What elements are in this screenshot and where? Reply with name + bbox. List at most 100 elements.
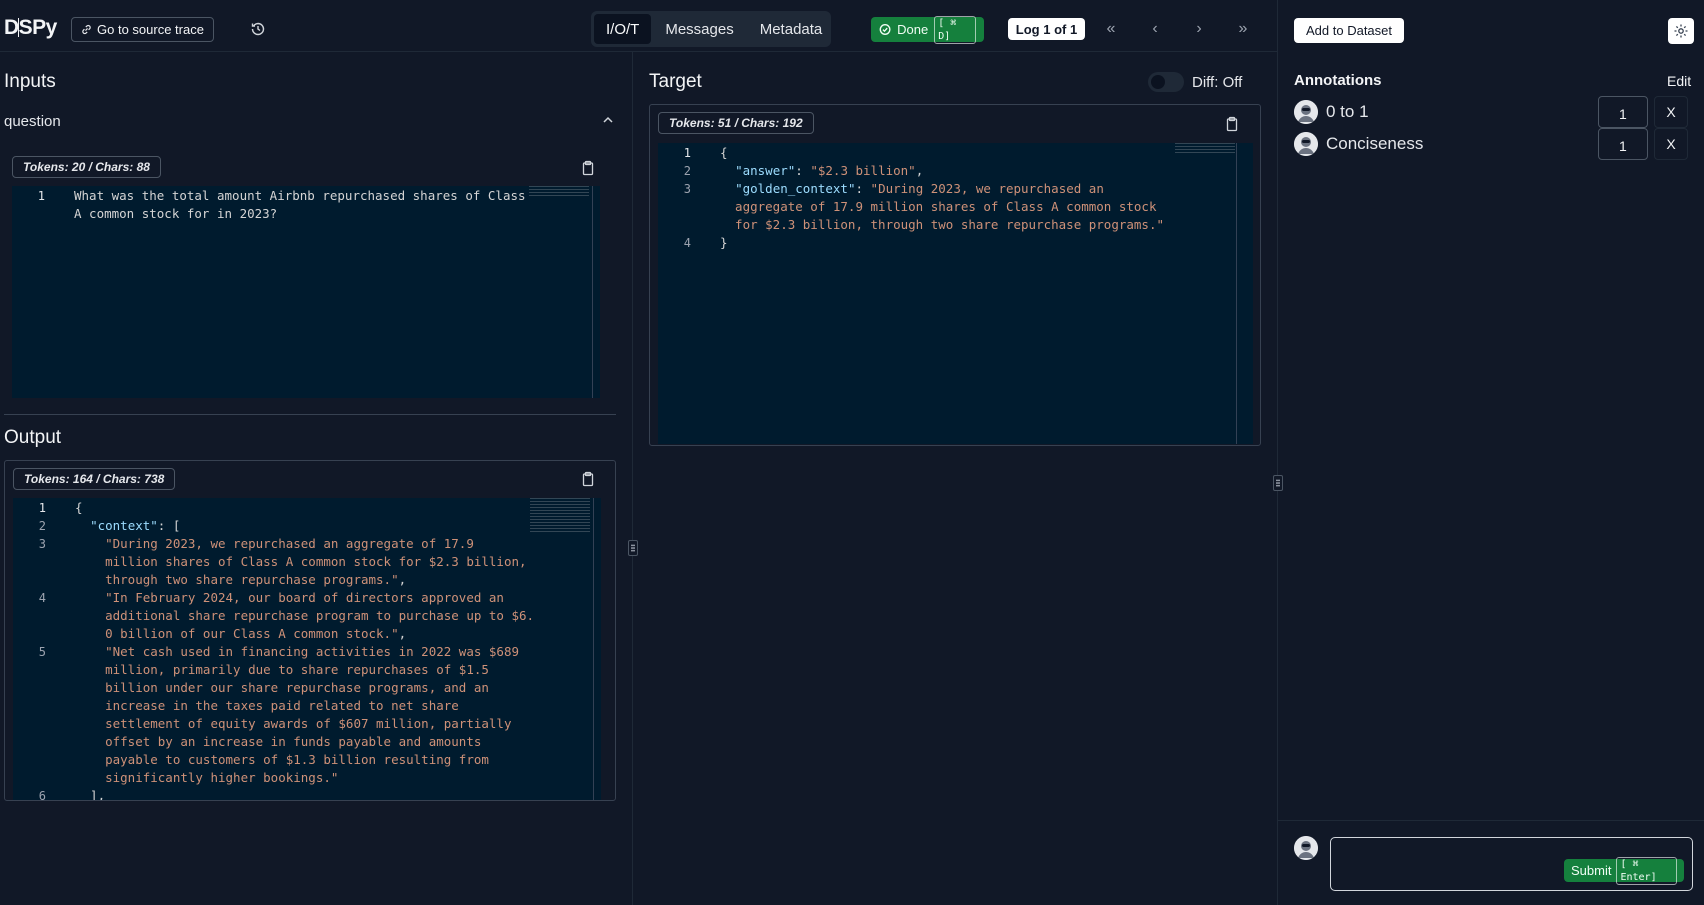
submit-label: Submit (1571, 863, 1612, 878)
code-token: "In February 2024, our board of director… (75, 590, 504, 605)
line-number: 3 (38, 537, 46, 551)
code-token: } (720, 235, 728, 250)
editor-minimap (530, 498, 590, 534)
tab-iot[interactable]: I/O/T (594, 14, 652, 44)
panel-resize-handle[interactable] (1273, 475, 1283, 491)
code-line: 0 billion of our Class A common stock.", (75, 625, 406, 643)
clipboard-icon[interactable] (580, 471, 596, 487)
link-icon (82, 24, 91, 35)
toggle-knob (1151, 75, 1165, 89)
annotation-remove-button[interactable]: X (1654, 128, 1688, 160)
go-to-source-trace-button[interactable]: Go to source trace (71, 17, 214, 42)
code-line: additional share repurchase program to p… (75, 607, 534, 625)
user-avatar-icon (1294, 132, 1318, 156)
source-trace-label: Go to source trace (97, 22, 204, 37)
code-token: "context" (90, 518, 158, 533)
chevron-up-icon[interactable] (600, 112, 616, 128)
code-line: { (75, 499, 83, 517)
line-number: 3 (683, 182, 691, 196)
first-log-button[interactable]: « (1101, 19, 1121, 39)
annotation-score-input[interactable]: 1 (1598, 128, 1648, 160)
code-line: { (720, 144, 728, 162)
editor-scrollbar[interactable] (1236, 143, 1237, 444)
line-number: 6 (38, 789, 46, 800)
annotation-remove-button[interactable]: X (1654, 96, 1688, 128)
column-resize-handle[interactable] (628, 540, 638, 556)
code-line: through two share repurchase programs.", (75, 571, 406, 589)
inputs-token-badge: Tokens: 20 / Chars: 88 (12, 156, 161, 178)
clipboard-icon[interactable] (580, 160, 596, 176)
editor-minimap (1175, 143, 1235, 153)
code-line: "Net cash used in financing activities i… (75, 643, 519, 661)
line-number: 1 (683, 146, 691, 160)
code-token: payable to customers of $1.3 billion res… (75, 752, 489, 767)
comment-divider (1278, 820, 1704, 821)
code-token: "Net cash used in financing activities i… (75, 644, 520, 659)
inputs-title: Inputs (4, 71, 56, 92)
line-number: 2 (683, 164, 691, 178)
status-done-button[interactable]: Done [ ⌘ D] (871, 15, 984, 44)
code-line: offset by an increase in funds payable a… (75, 733, 481, 751)
add-to-dataset-button[interactable]: Add to Dataset (1294, 18, 1404, 43)
prev-log-button[interactable]: ‹ (1145, 19, 1165, 39)
panel-divider (1277, 0, 1278, 905)
target-editor[interactable]: 1 {2 "answer": "$2.3 billion", 3 "golden_c… (658, 143, 1253, 444)
top-toolbar: DSPy Go to source trace I/O/T Messages M… (0, 0, 1277, 52)
line-number: 5 (38, 645, 46, 659)
target-token-badge: Tokens: 51 / Chars: 192 (658, 112, 814, 134)
editor-scrollbar[interactable] (593, 498, 594, 800)
last-log-button[interactable]: » (1233, 19, 1253, 39)
code-token: for $2.3 billion, through two share repu… (720, 217, 1165, 232)
code-line: million, primarily due to share repurcha… (75, 661, 489, 679)
annotation-row: Conciseness 1 X (1294, 128, 1688, 160)
code-line: A common stock for in 2023? (74, 206, 278, 221)
editor-scrollbar[interactable] (592, 186, 593, 398)
question-editor[interactable]: 1 What was the total amount Airbnb repurc… (12, 186, 600, 398)
status-label: Done (897, 22, 929, 37)
code-line: billion under our share repurchase progr… (75, 679, 489, 697)
gear-icon (1674, 24, 1688, 38)
target-title: Target (649, 71, 702, 92)
code-token: additional share repurchase program to p… (75, 608, 535, 623)
code-token: settlement of equity awards of $607 mill… (75, 716, 512, 731)
tab-metadata[interactable]: Metadata (748, 14, 835, 44)
code-token: aggregate of 17.9 million shares of Clas… (720, 199, 1157, 214)
code-token: "During 2023, we repurchased an (870, 181, 1104, 196)
tab-messages[interactable]: Messages (653, 14, 745, 44)
code-line: million shares of Class A common stock f… (75, 553, 526, 571)
code-token: , (915, 163, 924, 178)
code-token: { (720, 145, 728, 160)
diff-toggle[interactable] (1148, 72, 1184, 92)
code-line: } (720, 234, 728, 252)
code-token: : [ (157, 518, 181, 533)
text-cursor (18, 18, 19, 37)
column-divider (632, 52, 633, 905)
code-line: "In February 2024, our board of director… (75, 589, 504, 607)
code-token: : (795, 163, 811, 178)
code-token: billion under our share repurchase progr… (75, 680, 489, 695)
code-token: , (398, 572, 407, 587)
annotations-edit-button[interactable]: Edit (1667, 73, 1691, 89)
output-title: Output (4, 427, 62, 448)
history-icon[interactable] (250, 21, 266, 37)
code-token: "golden_context" (735, 181, 856, 196)
line-number: 1 (37, 189, 45, 203)
code-token: ], (75, 788, 106, 800)
output-editor[interactable]: 1 {2 "context": [3 "During 2023, we repur… (13, 498, 601, 800)
code-line: "context": [ (75, 517, 180, 535)
code-token: "answer" (735, 163, 796, 178)
submit-comment-button[interactable]: Submit [ ⌘ Enter] (1564, 856, 1684, 885)
check-circle-icon (879, 24, 891, 35)
user-avatar-icon (1294, 100, 1318, 124)
code-token: 0 billion of our Class A common stock." (75, 626, 399, 641)
next-log-button[interactable]: › (1189, 19, 1209, 39)
avatar (1294, 100, 1318, 124)
code-token: , (398, 626, 407, 641)
settings-button[interactable] (1668, 18, 1694, 44)
clipboard-icon[interactable] (1224, 116, 1240, 132)
app-logo: DSPy (4, 16, 57, 39)
annotation-score-input[interactable]: 1 (1598, 96, 1648, 128)
code-line: increase in the taxes paid related to ne… (75, 697, 459, 715)
code-token: offset by an increase in funds payable a… (75, 734, 482, 749)
